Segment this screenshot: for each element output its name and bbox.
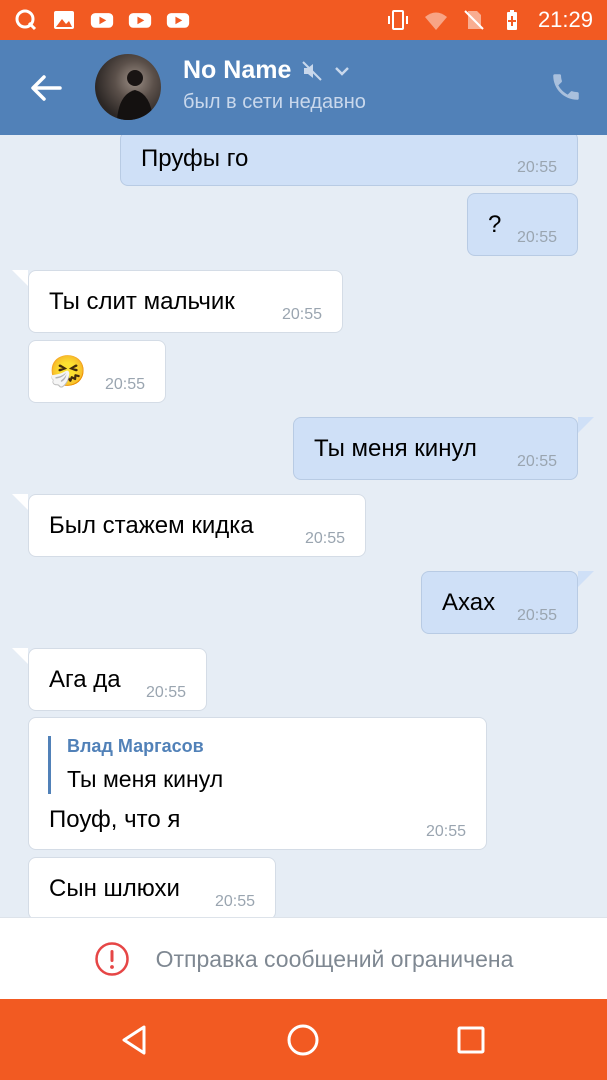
message-time: 20:55 xyxy=(145,684,186,701)
message-text: Сын шлюхи xyxy=(49,874,180,902)
reply-author[interactable]: Влад Маргасов xyxy=(67,736,204,757)
message-bubble-incoming-reply[interactable]: Влад Маргасов Ты меня кинул Поуф, что я … xyxy=(28,717,487,850)
youtube-icon xyxy=(90,13,114,28)
contact-name: No Name xyxy=(183,56,292,84)
notification-icons xyxy=(14,8,190,32)
message-bubble-incoming[interactable]: Ага да 20:55 xyxy=(28,648,207,711)
status-bar: 21:29 xyxy=(0,0,607,40)
recents-square-icon[interactable] xyxy=(452,1021,490,1059)
phone-icon[interactable] xyxy=(549,70,583,104)
message-bubble-incoming[interactable]: Ты слит мальчик 20:55 xyxy=(28,270,343,333)
clock: 21:29 xyxy=(537,7,593,32)
message-text: Ты меня кинул xyxy=(314,434,477,462)
message-time: 20:55 xyxy=(104,376,145,393)
message-time: 20:55 xyxy=(516,229,557,246)
message-bubble-incoming[interactable]: Сын шлюхи 20:55 xyxy=(28,857,276,917)
bubble-tail xyxy=(12,494,28,510)
chevron-down-icon[interactable] xyxy=(333,62,351,80)
emoji-sneezing-face: 🤧 xyxy=(49,355,87,388)
battery-charging-icon xyxy=(506,10,517,30)
messaging-restricted-banner: Отправка сообщений ограничена xyxy=(0,917,607,1000)
no-sim-icon xyxy=(464,10,484,30)
message-text: Ага да xyxy=(49,665,121,693)
message-list[interactable]: Пруфы го 20:55 ? 20:55 Ты слит мальчик 2… xyxy=(0,135,607,917)
youtube-icon xyxy=(128,13,152,28)
back-arrow-icon[interactable] xyxy=(28,70,64,106)
contact-name-row: No Name xyxy=(183,56,366,85)
error-circle-icon xyxy=(94,942,129,976)
message-text: Поуф, что я xyxy=(49,806,181,833)
reply-quoted-text: Ты меня кинул xyxy=(67,766,224,792)
q-app-icon xyxy=(15,9,37,31)
message-text: Ты слит мальчик xyxy=(49,287,235,315)
chat-header: No Name был в сети недавно xyxy=(0,40,607,135)
chat-title-area[interactable]: No Name был в сети недавно xyxy=(183,56,366,114)
message-bubble-outgoing[interactable]: Ахах 20:55 xyxy=(421,571,578,634)
system-icons: 21:29 xyxy=(386,6,593,34)
message-bubble-outgoing[interactable]: ? 20:55 xyxy=(467,193,578,256)
avatar-person-silhouette xyxy=(117,70,153,120)
bubble-tail xyxy=(12,648,28,664)
back-triangle-icon[interactable] xyxy=(116,1021,154,1059)
wifi-icon xyxy=(424,12,447,30)
message-text: Пруфы го xyxy=(141,144,249,172)
contact-status: был в сети недавно xyxy=(183,91,366,113)
home-circle-icon[interactable] xyxy=(284,1021,322,1059)
message-bubble-outgoing[interactable]: Пруфы го 20:55 xyxy=(120,135,578,186)
vibrate-icon xyxy=(387,10,408,30)
muted-icon xyxy=(302,60,323,81)
message-time: 20:55 xyxy=(304,530,345,547)
bubble-tail xyxy=(578,417,594,433)
message-time: 20:55 xyxy=(516,607,557,624)
message-time: 20:55 xyxy=(425,823,466,840)
message-time: 20:55 xyxy=(516,159,557,176)
message-bubble-incoming[interactable]: 🤧 20:55 xyxy=(28,340,166,403)
message-bubble-outgoing[interactable]: Ты меня кинул 20:55 xyxy=(293,417,578,480)
image-icon xyxy=(54,11,74,29)
message-text: Ахах xyxy=(442,588,496,616)
youtube-icon xyxy=(166,13,190,28)
message-time: 20:55 xyxy=(214,893,255,910)
reply-quote-bar xyxy=(48,736,51,794)
avatar[interactable] xyxy=(95,54,161,120)
message-time: 20:55 xyxy=(281,306,322,323)
bubble-tail xyxy=(12,270,28,286)
message-bubble-incoming[interactable]: Был стажем кидка 20:55 xyxy=(28,494,366,557)
restriction-text: Отправка сообщений ограничена xyxy=(155,945,514,972)
bubble-tail xyxy=(578,571,594,587)
message-text: ? xyxy=(488,210,502,238)
message-text: Был стажем кидка xyxy=(49,511,254,539)
system-nav-bar xyxy=(0,999,607,1080)
message-time: 20:55 xyxy=(516,453,557,470)
